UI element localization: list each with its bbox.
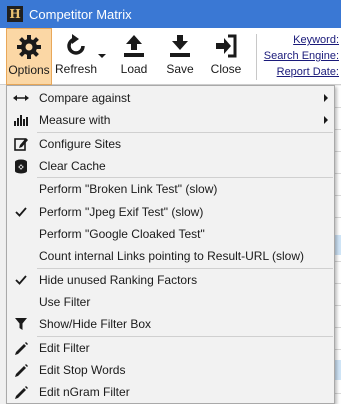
menu-item-edit-ngram-filter[interactable]: Edit nGram Filter — [7, 381, 334, 403]
menu-item-compare-against[interactable]: Compare against — [7, 87, 334, 109]
menu-item-label: Measure with — [39, 113, 111, 127]
save-button[interactable]: Save — [162, 28, 198, 85]
gear-icon — [17, 35, 41, 59]
edit-box-icon — [7, 133, 35, 155]
menu-item-label: Edit Filter — [39, 341, 90, 355]
menu-item-label: Hide unused Ranking Factors — [39, 273, 198, 287]
menu-item-show-hide-filter-box[interactable]: Show/Hide Filter Box — [7, 313, 334, 335]
refresh-dropdown-icon[interactable] — [98, 54, 106, 58]
options-label: Options — [8, 63, 50, 77]
double-arrow-icon — [7, 87, 35, 109]
menu-item-label: Compare against — [39, 91, 131, 105]
menu-item-label: Clear Cache — [39, 159, 106, 173]
checkmark-icon — [7, 269, 35, 291]
pencil-icon — [7, 337, 35, 359]
menu-item-jpeg-exif-test[interactable]: Perform "Jpeg Exif Test" (slow) — [7, 201, 334, 223]
menu-item-label: Perform "Jpeg Exif Test" (slow) — [39, 205, 204, 219]
menu-item-label: Perform "Broken Link Test" (slow) — [39, 182, 218, 196]
refresh-button[interactable]: Refresh — [54, 28, 98, 85]
menu-item-configure-sites[interactable]: Configure Sites — [7, 133, 334, 155]
menu-item-label: Configure Sites — [39, 137, 122, 151]
menu-item-use-filter[interactable]: Use Filter — [7, 291, 334, 313]
refresh-label: Refresh — [54, 62, 98, 76]
menu-item-label: Count internal Links pointing to Result-… — [39, 249, 305, 263]
menu-item-label: Show/Hide Filter Box — [39, 317, 152, 331]
menu-item-edit-stop-words[interactable]: Edit Stop Words — [7, 359, 334, 381]
menu-item-label: Use Filter — [39, 295, 91, 309]
menu-item-hide-unused-ranking-factors[interactable]: Hide unused Ranking Factors — [7, 269, 334, 291]
menu-item-count-internal-links[interactable]: Count internal Links pointing to Result-… — [7, 245, 334, 267]
options-button[interactable]: Options — [6, 28, 52, 85]
menu-item-label: Edit Stop Words — [39, 363, 126, 377]
checkmark-icon — [7, 201, 35, 223]
close-button[interactable]: Close — [208, 28, 244, 85]
load-label: Load — [120, 62, 148, 76]
close-label: Close — [210, 62, 242, 76]
app-logo-icon: H — [7, 6, 23, 22]
save-label: Save — [166, 62, 194, 76]
report-date-field-label: Report Date: — [276, 66, 339, 78]
menu-item-broken-link-test[interactable]: Perform "Broken Link Test" (slow) — [7, 178, 334, 200]
submenu-arrow-icon — [324, 116, 328, 124]
download-icon — [170, 35, 190, 57]
toolbar-divider — [256, 34, 257, 80]
menu-item-label: Perform "Google Cloaked Test" — [39, 227, 205, 241]
submenu-arrow-icon — [324, 94, 328, 102]
refresh-icon — [67, 34, 85, 55]
pencil-icon — [7, 359, 35, 381]
keyword-field-label: Keyword: — [293, 34, 339, 46]
menu-item-clear-cache[interactable]: Clear Cache — [7, 155, 334, 177]
toolbar: Options Refresh Load Save Close Keyword:… — [0, 28, 341, 85]
load-button[interactable]: Load — [116, 28, 152, 85]
title-bar: H Competitor Matrix — [0, 0, 341, 28]
filter-icon — [7, 313, 35, 335]
exit-icon — [216, 34, 237, 58]
bar-chart-icon — [7, 109, 35, 131]
menu-item-google-cloaked-test[interactable]: Perform "Google Cloaked Test" — [7, 223, 334, 245]
menu-item-measure-with[interactable]: Measure with — [7, 109, 334, 131]
search-engine-field-label: Search Engine: — [263, 50, 339, 62]
menu-item-edit-filter[interactable]: Edit Filter — [7, 337, 334, 359]
database-clear-icon — [7, 155, 35, 177]
options-menu: Compare against Measure with Configure S… — [6, 85, 335, 404]
window-title: Competitor Matrix — [29, 6, 132, 22]
upload-icon — [124, 35, 144, 57]
pencil-icon — [7, 381, 35, 403]
menu-item-label: Edit nGram Filter — [39, 385, 130, 399]
